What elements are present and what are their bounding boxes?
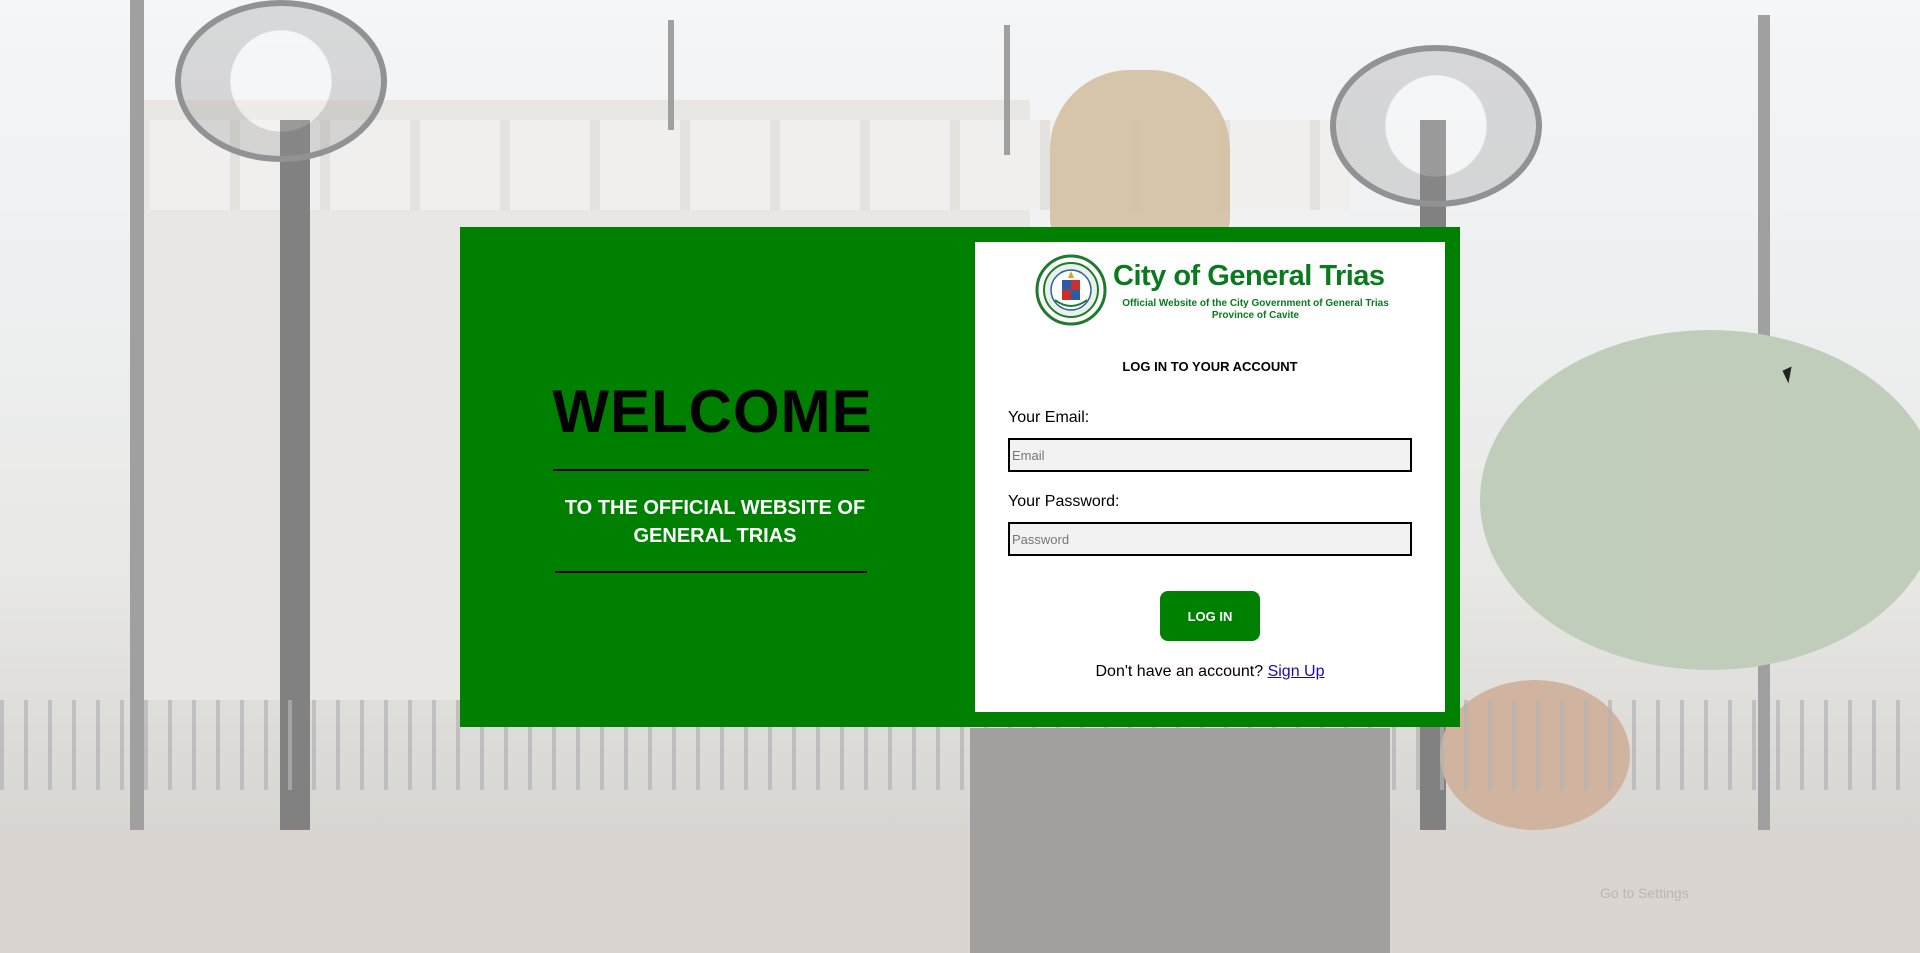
activation-watermark: Go to Settings xyxy=(1600,885,1689,901)
signup-prompt: Don't have an account? xyxy=(1095,663,1264,680)
signup-row: Don't have an account? Sign Up xyxy=(975,663,1445,681)
login-card: WELCOME TO THE OFFICIAL WEBSITE OF GENER… xyxy=(460,227,1460,727)
email-label: Your Email: xyxy=(1008,409,1090,426)
login-heading: LOG IN TO YOUR ACCOUNT xyxy=(1122,359,1298,374)
password-field[interactable] xyxy=(1008,522,1412,556)
password-label: Your Password: xyxy=(1008,493,1120,510)
signup-link[interactable]: Sign Up xyxy=(1268,663,1325,680)
welcome-panel: WELCOME TO THE OFFICIAL WEBSITE OF GENER… xyxy=(460,227,975,727)
welcome-subtitle: TO THE OFFICIAL WEBSITE OF GENERAL TRIAS xyxy=(564,497,866,547)
welcome-top-divider xyxy=(553,469,869,471)
logo-title: City of General Trias xyxy=(1113,260,1385,292)
logo-province: Province of Cavite xyxy=(1211,310,1300,321)
welcome-bottom-divider xyxy=(555,571,867,573)
email-field[interactable] xyxy=(1008,438,1412,472)
city-seal-icon xyxy=(1035,254,1107,326)
login-button[interactable]: LOG IN xyxy=(1160,591,1260,641)
login-panel: City of General Trias Official Website o… xyxy=(975,242,1445,712)
logo-tagline: Official Website of the City Government … xyxy=(1122,298,1389,309)
welcome-heading: WELCOME xyxy=(552,378,873,445)
site-logo: City of General Trias Official Website o… xyxy=(1035,254,1395,329)
